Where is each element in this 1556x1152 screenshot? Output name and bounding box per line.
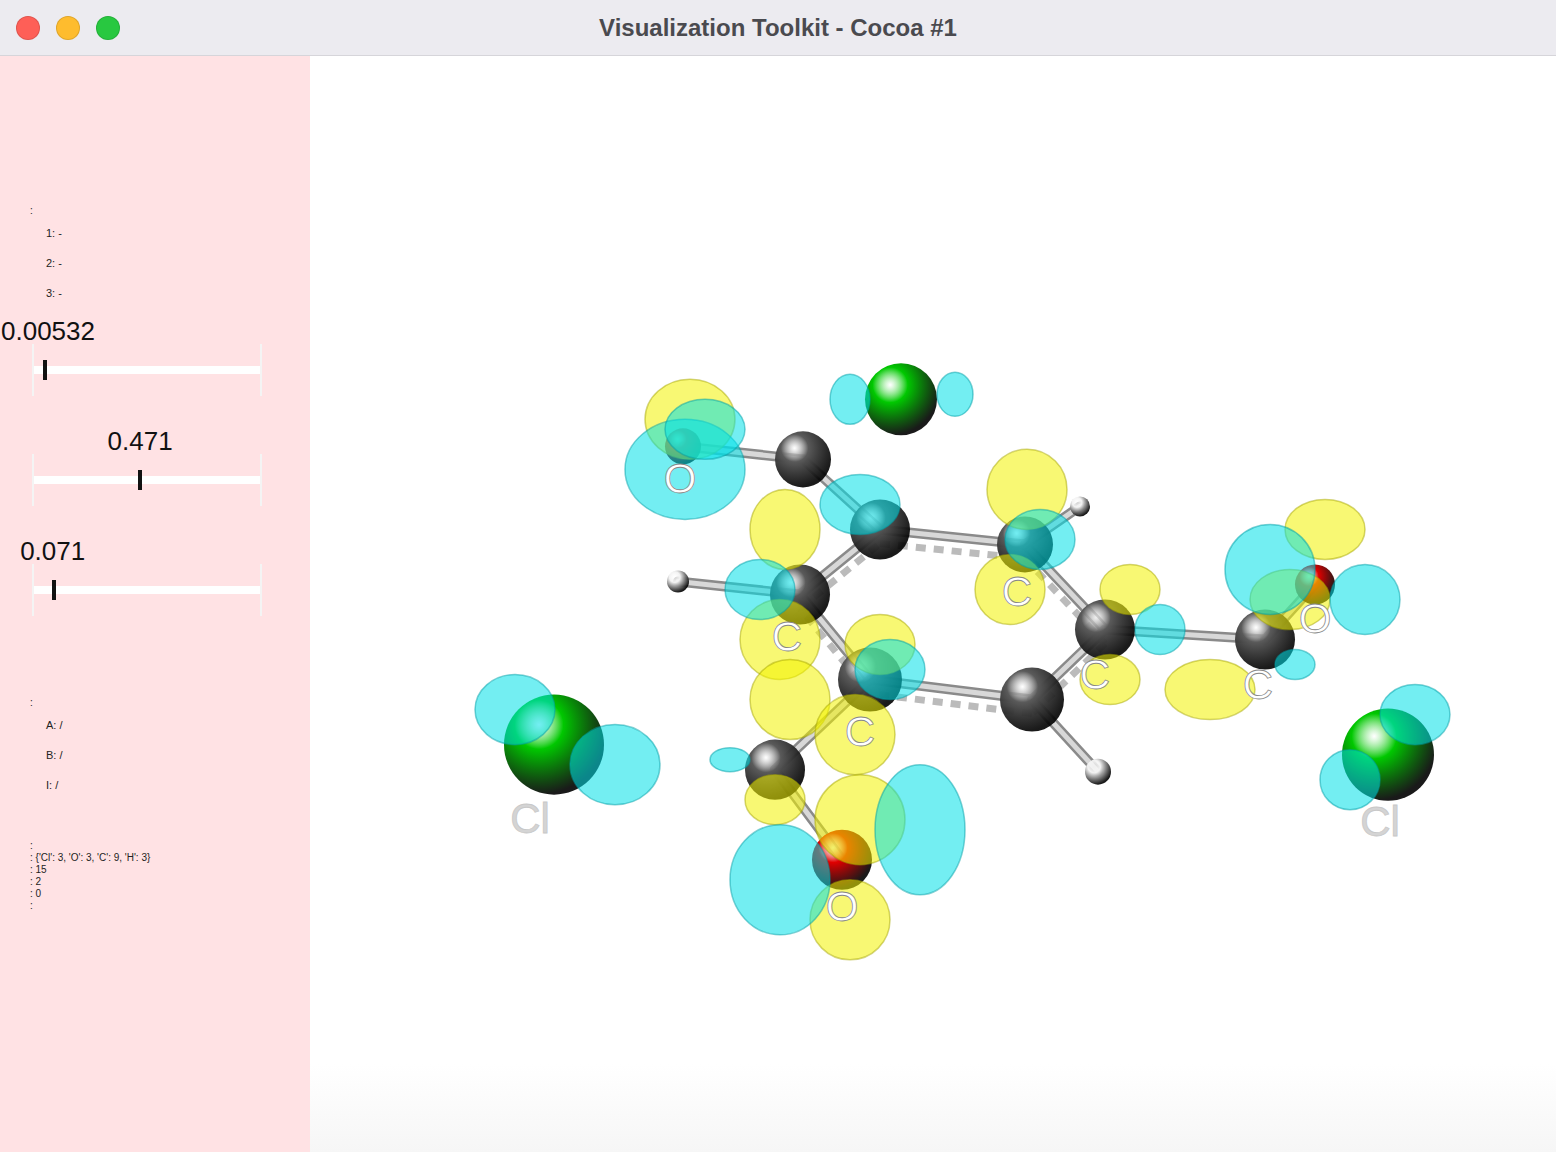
slider-list: 0.00532 0.471 0.071 xyxy=(0,316,310,646)
orbital-lobe xyxy=(1275,650,1315,680)
slider-bar xyxy=(34,586,260,594)
atom-label: C xyxy=(1002,568,1032,615)
atom-label: C xyxy=(1243,661,1273,708)
slider-track[interactable] xyxy=(32,564,262,616)
orbital-lobe xyxy=(1380,685,1450,745)
slider-value: 0.471 xyxy=(108,426,173,456)
atom-label: O xyxy=(664,455,697,502)
selection-group: :1: -2: -3: - xyxy=(0,204,310,308)
atom-label: O xyxy=(826,883,859,930)
orbital-lobe xyxy=(475,675,555,745)
atom-label: C xyxy=(1080,651,1110,698)
window-title: Visualization Toolkit - Cocoa #1 xyxy=(0,14,1556,42)
info-block: :: {'Cl': 3, 'O': 3, 'C': 9, 'H': 3}: 15… xyxy=(0,840,310,912)
atom-label: C xyxy=(845,708,875,755)
info-line: : xyxy=(30,840,310,852)
molecule-scene[interactable]: ClClOOOCCCCC xyxy=(310,56,1556,1152)
orbital-lobe xyxy=(725,559,795,619)
slider: 0.071 xyxy=(0,536,310,646)
slider-value: 0.071 xyxy=(20,536,85,566)
info-line: : 15 xyxy=(30,864,310,876)
orbital-lobe xyxy=(750,489,820,569)
group-item: 1: - xyxy=(30,218,310,248)
slider-bar xyxy=(34,476,260,484)
info-line: : 0 xyxy=(30,888,310,900)
info-line: : xyxy=(30,900,310,912)
render-view[interactable]: ClClOOOCCCCC xyxy=(310,56,1556,1152)
orbital-lobe xyxy=(665,399,745,459)
minimize-button[interactable] xyxy=(56,16,80,40)
orbital-lobe xyxy=(855,640,925,700)
slider-bar xyxy=(34,366,260,374)
group-item: B: / xyxy=(30,740,310,770)
slider-value: 0.00532 xyxy=(1,316,95,346)
atom-label: Cl xyxy=(510,795,550,842)
orbital-lobe xyxy=(1135,605,1185,655)
control-panel: :1: -2: -3: -0.005320.4710.071:A: /B: /I… xyxy=(0,56,310,1152)
atom-label: O xyxy=(1299,595,1332,642)
orbital-lobe xyxy=(1005,509,1075,569)
slider-knob[interactable] xyxy=(43,360,47,380)
atom[interactable] xyxy=(1085,759,1111,785)
info-line: : 2 xyxy=(30,876,310,888)
orbital-lobe xyxy=(1330,564,1400,634)
group-header: : xyxy=(30,696,310,710)
slider-track[interactable] xyxy=(32,344,262,396)
group-item: 2: - xyxy=(30,248,310,278)
window-controls xyxy=(16,16,120,40)
slider-knob[interactable] xyxy=(52,580,56,600)
zoom-button[interactable] xyxy=(96,16,120,40)
orbital-lobe xyxy=(815,695,895,775)
atom[interactable] xyxy=(865,363,937,435)
atom[interactable] xyxy=(667,570,689,592)
info-line: : {'Cl': 3, 'O': 3, 'C': 9, 'H': 3} xyxy=(30,852,310,864)
app-window: Visualization Toolkit - Cocoa #1:1: -2: … xyxy=(0,0,1556,1152)
orbital-lobe xyxy=(937,372,973,416)
orbital-lobe xyxy=(730,825,830,935)
measure-group: :A: /B: /I: / xyxy=(0,696,310,800)
orbital-lobe xyxy=(745,775,805,825)
atom[interactable] xyxy=(775,431,831,487)
orbital-lobe xyxy=(710,748,750,772)
slider-track[interactable] xyxy=(32,454,262,506)
orbital-lobe xyxy=(830,374,870,424)
atom-label: Cl xyxy=(1360,798,1400,845)
atom[interactable] xyxy=(1070,496,1090,516)
orbital-lobe xyxy=(820,474,900,534)
atom[interactable] xyxy=(1000,668,1064,732)
group-item: A: / xyxy=(30,710,310,740)
window-body: :1: -2: -3: -0.005320.4710.071:A: /B: /I… xyxy=(0,56,1556,1152)
slider: 0.00532 xyxy=(0,316,310,426)
slider-knob[interactable] xyxy=(138,470,142,490)
title-bar: Visualization Toolkit - Cocoa #1 xyxy=(0,0,1556,56)
close-button[interactable] xyxy=(16,16,40,40)
group-item: I: / xyxy=(30,770,310,800)
slider: 0.471 xyxy=(0,426,310,536)
group-header: : xyxy=(30,204,310,218)
group-item: 3: - xyxy=(30,278,310,308)
orbital-lobe xyxy=(570,725,660,805)
orbital-lobe xyxy=(875,765,965,895)
atom-label: C xyxy=(772,613,802,660)
orbital-lobe xyxy=(1165,660,1255,720)
